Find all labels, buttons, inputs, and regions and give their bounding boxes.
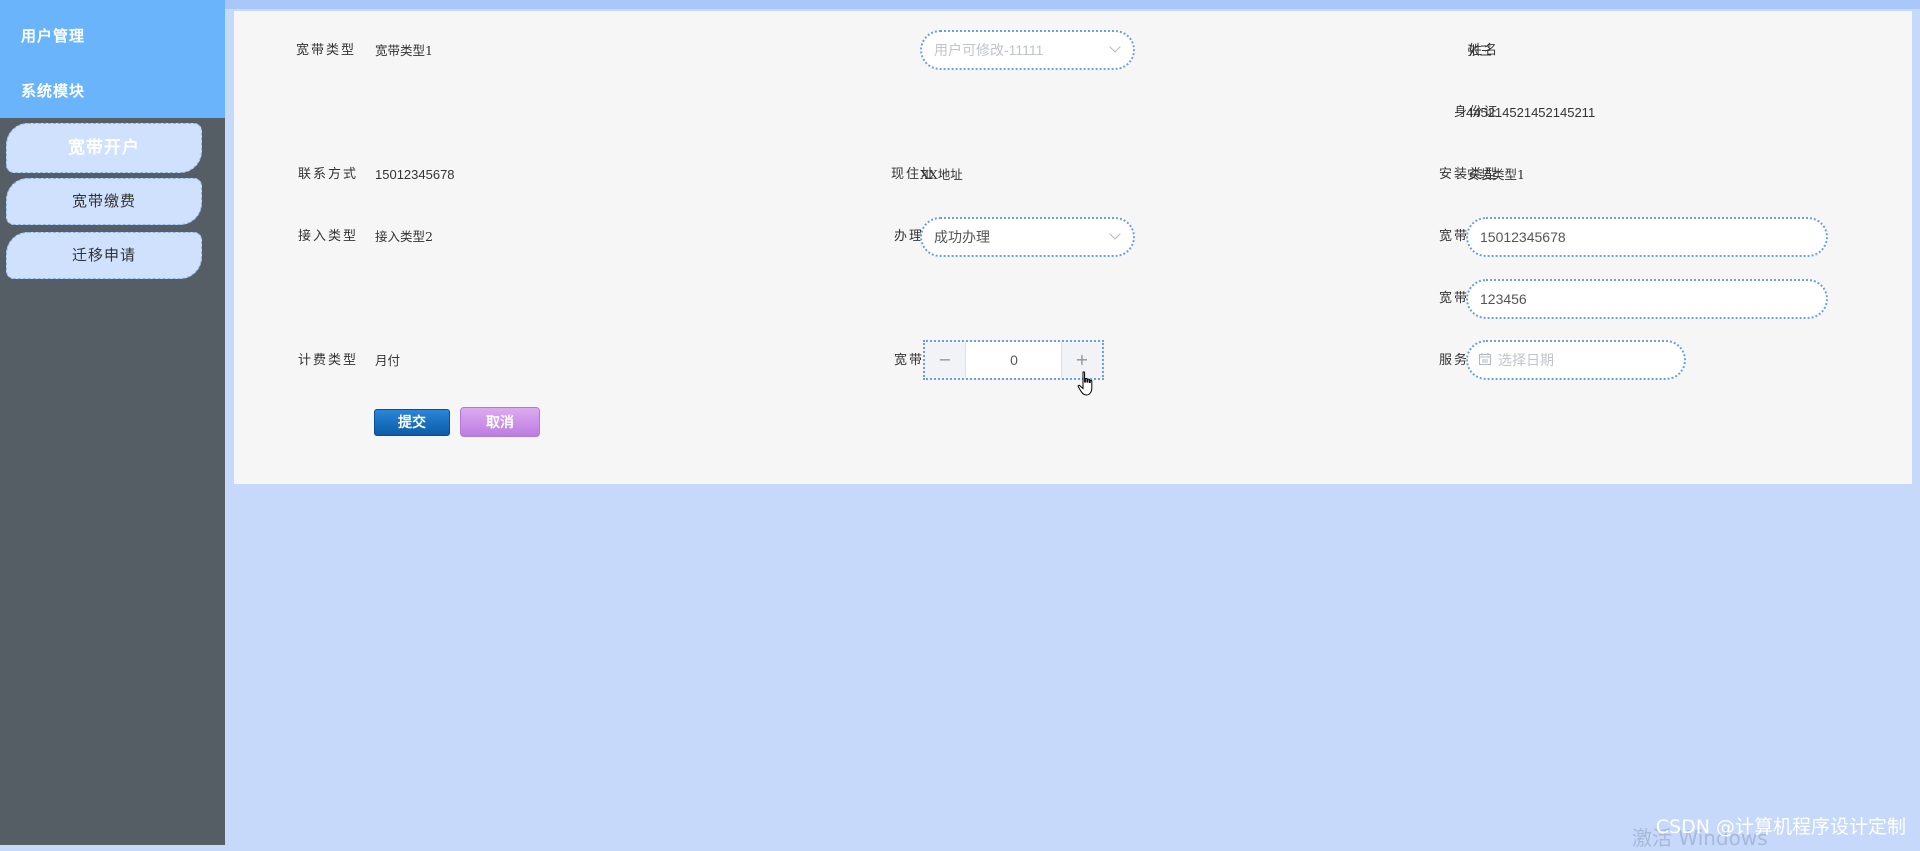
broadband-type-label: 宽带类型 <box>296 43 357 58</box>
sidebar: 用户管理 系统模块 宽带开户 宽带缴费 迁移申请 <box>0 0 225 845</box>
password-field[interactable] <box>1466 279 1828 319</box>
sidebar-item-migration-request[interactable]: 迁移申请 <box>6 232 202 279</box>
service-period-input[interactable] <box>1498 342 1668 378</box>
user-select[interactable]: 用户可修改-11111 <box>920 30 1135 70</box>
cancel-button[interactable]: 取消 <box>460 407 540 437</box>
user-select-placeholder: 用户可修改-11111 <box>934 42 1044 58</box>
contact-label: 联系方式 <box>298 167 359 182</box>
service-period-picker[interactable] <box>1466 340 1686 380</box>
install-type-value: 安装类型1 <box>1467 167 1525 182</box>
access-type-label: 接入类型 <box>298 229 359 244</box>
sidebar-item-broadband-payment[interactable]: 宽带缴费 <box>6 178 202 225</box>
sidebar-header: 用户管理 系统模块 <box>0 0 225 118</box>
calendar-icon <box>1479 353 1491 365</box>
contact-value: 15012345678 <box>375 167 455 182</box>
status-select-value: 成功办理 <box>934 229 990 245</box>
amount-value[interactable]: 0 <box>966 342 1062 378</box>
chevron-down-icon <box>1109 41 1121 53</box>
billing-type-label: 计费类型 <box>298 353 359 368</box>
password-input[interactable] <box>1480 281 1794 317</box>
account-input[interactable] <box>1480 219 1794 255</box>
sidebar-title-system-module[interactable]: 系统模块 <box>21 80 85 101</box>
top-strip <box>225 0 1920 9</box>
chevron-down-icon <box>1109 228 1121 240</box>
billing-type-value: 月付 <box>375 353 401 368</box>
hand-pointer-icon <box>1077 371 1093 396</box>
submit-button[interactable]: 提交 <box>374 409 450 436</box>
broadband-type-value: 宽带类型1 <box>375 43 433 58</box>
sidebar-item-broadband-open[interactable]: 宽带开户 <box>6 123 202 173</box>
name-value: 张三 <box>1467 43 1493 58</box>
minus-icon[interactable]: − <box>925 342 966 378</box>
sidebar-title-user-management[interactable]: 用户管理 <box>21 25 85 46</box>
csdn-watermark: CSDN @计算机程序设计定制 <box>1655 816 1906 838</box>
id-card-value: 445214521452145211 <box>1466 105 1596 120</box>
address-value: XX地址 <box>920 167 963 182</box>
account-field[interactable] <box>1466 217 1828 257</box>
form-panel: 宽带类型 宽带类型1 用户 用户可修改-11111 姓名 张三 身份证 4452… <box>234 11 1912 484</box>
status-select[interactable]: 成功办理 <box>920 217 1135 257</box>
access-type-value: 接入类型2 <box>375 229 433 244</box>
